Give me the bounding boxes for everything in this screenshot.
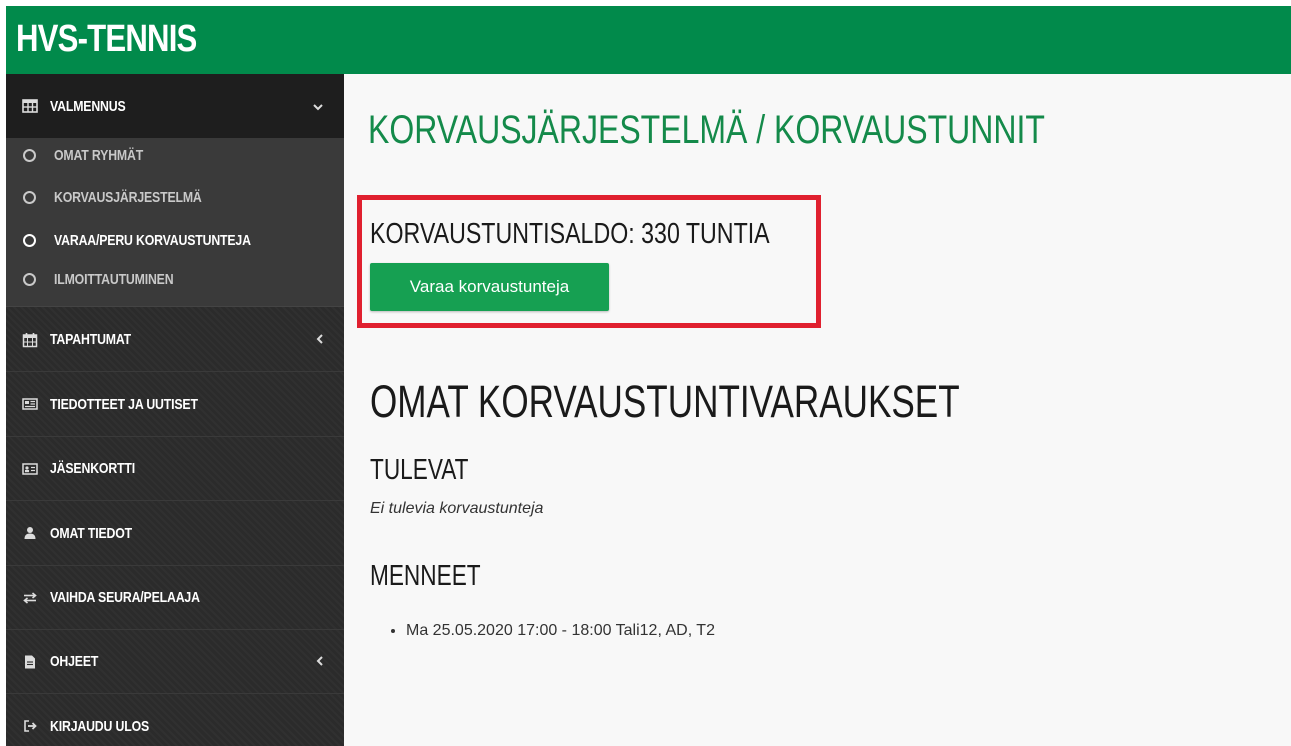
- circle-icon: [23, 233, 36, 247]
- id-card-icon: [22, 461, 38, 477]
- sidebar-item-valmennus[interactable]: VALMENNUS: [6, 74, 344, 138]
- sidebar-item-label: JÄSENKORTTI: [50, 460, 135, 477]
- sidebar-item-vaihda-seura[interactable]: VAIHDA SEURA/PELAAJA: [6, 566, 344, 630]
- sidebar-item-label: OHJEET: [50, 653, 99, 670]
- top-header-bar: HVS-TENNIS: [6, 6, 1291, 74]
- app-window: HVS-TENNIS VALMENNUS OMAT RYHMÄT KORVAUS…: [0, 0, 1291, 746]
- list-item: Ma 25.05.2020 17:00 - 18:00 Tali12, AD, …: [406, 622, 715, 640]
- sidebar-subitem-omat-ryhmat[interactable]: OMAT RYHMÄT: [6, 138, 344, 172]
- sidebar-item-label: KIRJAUDU ULOS: [50, 717, 150, 735]
- table-icon: [22, 98, 38, 114]
- main-content: KORVAUSJÄRJESTELMÄ / KORVAUSTUNNIT KORVA…: [344, 74, 1291, 746]
- chevron-left-icon: [316, 332, 324, 348]
- sidebar-submenu-valmennus: OMAT RYHMÄT KORVAUSJÄRJESTELMÄ VARAA/PER…: [6, 138, 344, 307]
- circle-icon: [23, 272, 36, 286]
- past-bookings-list: Ma 25.05.2020 17:00 - 18:00 Tali12, AD, …: [370, 622, 715, 640]
- sign-out-icon: [22, 718, 38, 734]
- sidebar-subitem-label: ILMOITTAUTUMINEN: [54, 270, 174, 288]
- sidebar-item-label: TAPAHTUMAT: [50, 331, 132, 348]
- sidebar-item-tiedotteet[interactable]: TIEDOTTEET JA UUTISET: [6, 372, 344, 437]
- exchange-icon: [22, 590, 38, 606]
- upcoming-heading: TULEVAT: [370, 454, 469, 486]
- sidebar-item-label: VALMENNUS: [50, 97, 126, 115]
- sidebar-subitem-varaa-peru[interactable]: VARAA/PERU KORVAUSTUNTEJA: [6, 223, 344, 257]
- sidebar-item-kirjaudu-ulos[interactable]: KIRJAUDU ULOS: [6, 694, 344, 746]
- past-heading: MENNEET: [370, 560, 481, 592]
- user-icon: [22, 525, 38, 541]
- calendar-icon: [22, 332, 38, 348]
- balance-text: KORVAUSTUNTISALDO: 330 TUNTIA: [370, 218, 770, 250]
- brand-logo-text[interactable]: HVS-TENNIS: [16, 18, 197, 61]
- newspaper-icon: [22, 396, 38, 412]
- sidebar-item-label: VAIHDA SEURA/PELAAJA: [50, 589, 200, 606]
- sidebar-item-label: TIEDOTTEET JA UUTISET: [50, 395, 198, 413]
- sidebar-item-omat-tiedot[interactable]: OMAT TIEDOT: [6, 501, 344, 566]
- page-title: KORVAUSJÄRJESTELMÄ / KORVAUSTUNNIT: [368, 108, 1045, 152]
- sidebar-subitem-korvausjarjestelma[interactable]: KORVAUSJÄRJESTELMÄ: [6, 180, 344, 214]
- circle-icon: [23, 148, 36, 162]
- sidebar-subitem-label: KORVAUSJÄRJESTELMÄ: [54, 188, 202, 206]
- file-icon: [22, 654, 38, 670]
- upcoming-empty-text: Ei tulevia korvaustunteja: [370, 500, 544, 517]
- sidebar-subitem-ilmoittautuminen[interactable]: ILMOITTAUTUMINEN: [6, 262, 344, 296]
- circle-icon: [23, 190, 36, 204]
- sidebar-item-ohjeet[interactable]: OHJEET: [6, 630, 344, 694]
- section-title: OMAT KORVAUSTUNTIVARAUKSET: [370, 376, 960, 427]
- chevron-left-icon: [316, 654, 324, 670]
- sidebar: VALMENNUS OMAT RYHMÄT KORVAUSJÄRJESTELMÄ…: [6, 74, 344, 746]
- book-makeup-lessons-button[interactable]: Varaa korvaustunteja: [370, 263, 609, 311]
- sidebar-subitem-label: VARAA/PERU KORVAUSTUNTEJA: [54, 231, 251, 249]
- sidebar-item-tapahtumat[interactable]: TAPAHTUMAT: [6, 308, 344, 372]
- chevron-down-icon: [312, 98, 324, 114]
- sidebar-item-label: OMAT TIEDOT: [50, 524, 133, 542]
- sidebar-subitem-label: OMAT RYHMÄT: [54, 146, 144, 164]
- sidebar-item-jasenkortti[interactable]: JÄSENKORTTI: [6, 437, 344, 501]
